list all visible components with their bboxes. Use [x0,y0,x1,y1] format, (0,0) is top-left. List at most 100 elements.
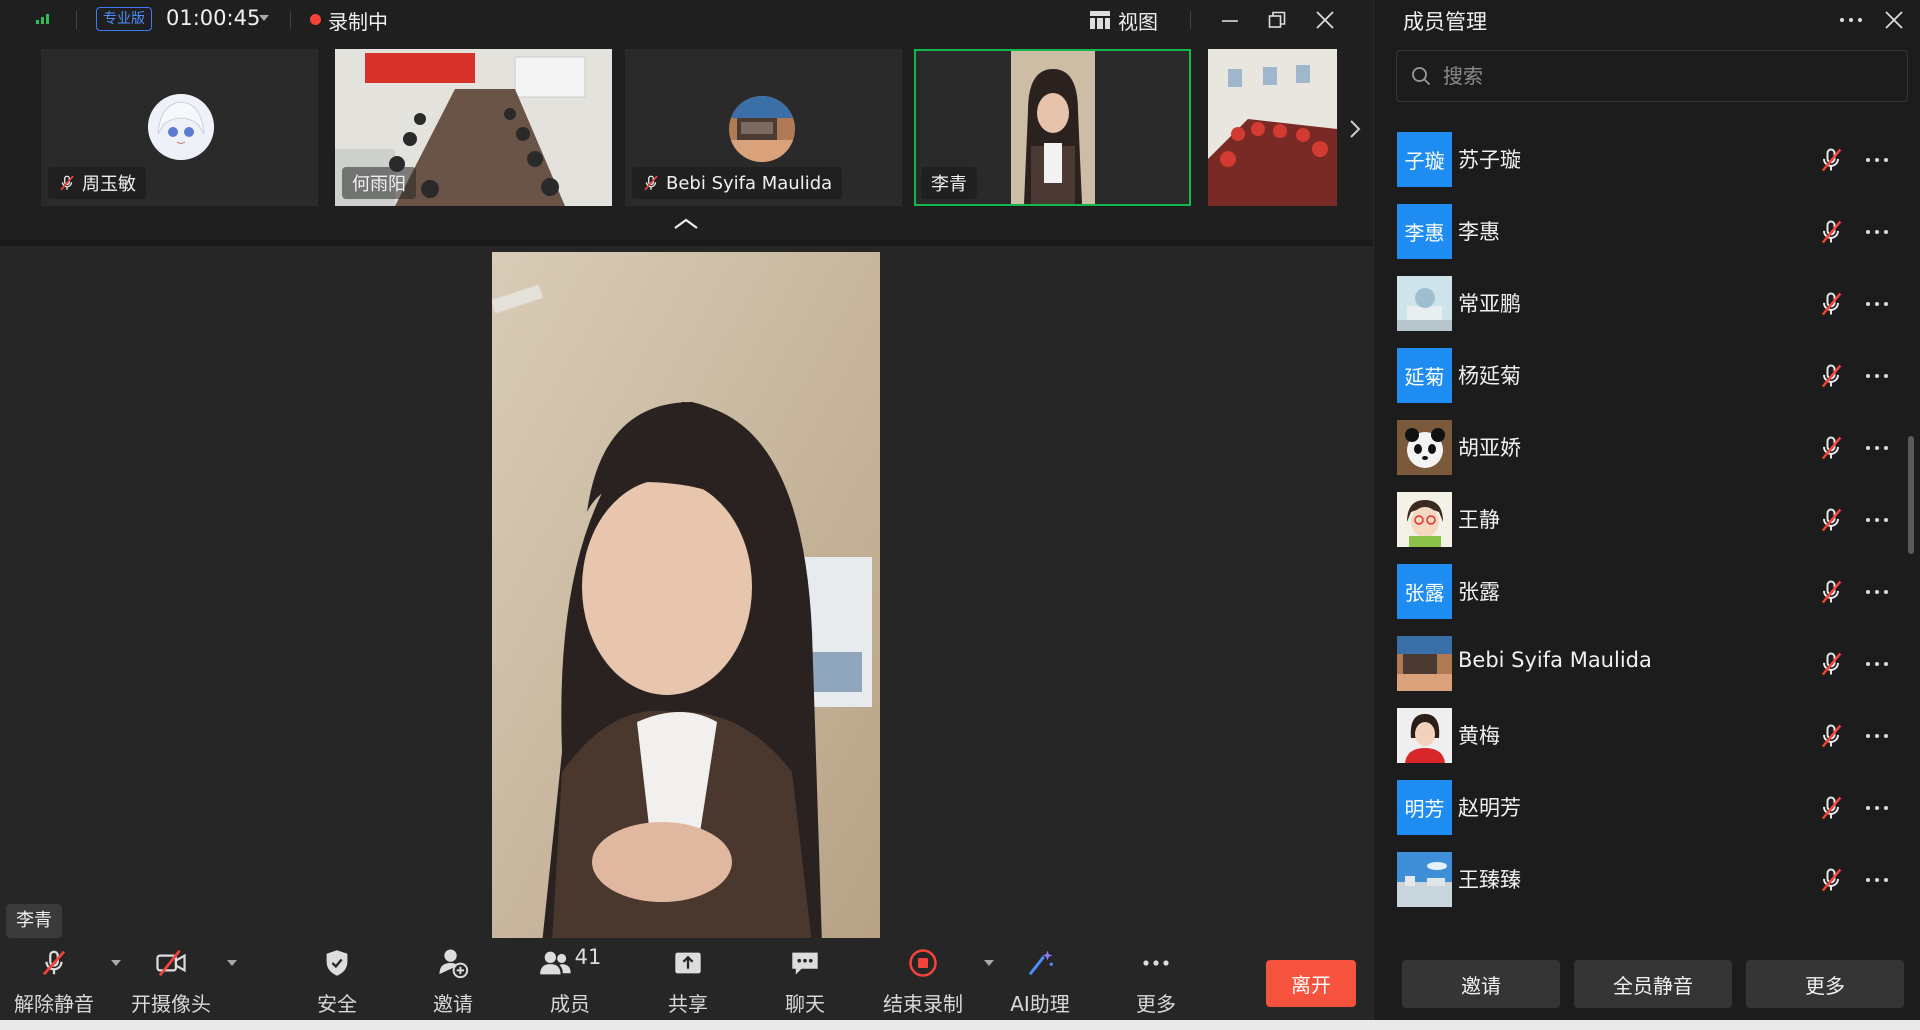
meeting-timer[interactable]: 01:00:45 [166,6,260,30]
member-row[interactable]: 明芳 赵明芳 [1374,780,1904,866]
video-thumbnail-strip: 周玉敏 何雨阳 Bebi Syifa Maulida 李青 [0,40,1373,240]
member-name: 王臻臻 [1458,868,1521,892]
unmute-label: 解除静音 [14,992,94,1016]
recording-status[interactable]: 录制中 [328,6,388,35]
member-more-button[interactable] [1864,650,1890,678]
stop-record-icon [909,949,937,977]
signal-strength-icon[interactable] [36,14,49,24]
camera-button[interactable]: 开摄像头 [131,938,237,1020]
chevron-down-icon[interactable] [227,960,237,966]
speaker-video-feed [492,252,880,944]
share-button[interactable]: 共享 [648,938,728,1020]
invite-button[interactable]: 邀请 [413,938,493,1020]
leave-button[interactable]: 离开 [1266,960,1356,1007]
chat-button[interactable]: 聊天 [765,938,845,1020]
avatar: 子璇 [1397,132,1452,187]
member-mute-toggle[interactable] [1817,506,1845,534]
member-row[interactable]: 张露 张露 [1374,564,1904,650]
member-row[interactable]: 李惠 李惠 [1374,204,1904,290]
icon-wrap [790,938,820,988]
member-mute-toggle[interactable] [1817,650,1845,678]
member-mute-toggle[interactable] [1817,146,1845,174]
restore-button[interactable] [1261,4,1293,36]
video-tile[interactable]: 周玉敏 [41,49,318,206]
video-tile[interactable] [1208,49,1337,206]
member-mute-toggle[interactable] [1817,434,1845,462]
speaker-video[interactable] [492,252,880,944]
member-row[interactable]: 王静 [1374,492,1904,578]
desk-avatar-image [729,96,795,162]
panel-more-button[interactable] [1838,6,1868,34]
member-list-scrollbar[interactable] [1907,124,1915,932]
avatar [1397,276,1452,331]
add-person-icon [439,949,469,979]
mute-all-button[interactable]: 全员静音 [1574,960,1732,1008]
collapse-strip-button[interactable] [672,216,700,232]
speaker-name-label: 李青 [6,904,62,938]
member-mute-toggle[interactable] [1817,578,1845,606]
member-more-button[interactable] [1864,506,1890,534]
close-window-button[interactable] [1309,4,1341,36]
minimize-icon [1222,20,1238,22]
member-mute-toggle[interactable] [1817,290,1845,318]
next-page-button[interactable] [1337,104,1373,154]
avatar [1397,492,1452,547]
member-row[interactable]: 子璇 苏子璇 [1374,132,1904,218]
ai-assistant-button[interactable]: AI助理 [1000,938,1080,1020]
avatar [729,96,795,162]
member-row[interactable]: 王臻臻 [1374,852,1904,932]
member-more-button[interactable] [1864,722,1890,750]
search-input[interactable] [1443,64,1883,88]
member-mute-toggle[interactable] [1817,794,1845,822]
panel-invite-button[interactable]: 邀请 [1402,960,1560,1008]
member-more-button[interactable] [1864,362,1890,390]
panel-more-actions-button[interactable]: 更多 [1746,960,1904,1008]
member-more-button[interactable] [1864,866,1890,894]
more-dots-icon [1866,662,1888,666]
icon-wrap [908,938,994,988]
edition-badge: 专业版 [96,7,152,31]
member-more-button[interactable] [1864,146,1890,174]
member-row[interactable]: 延菊 杨延菊 [1374,348,1904,434]
video-tile-active[interactable]: 李青 [914,49,1191,206]
invite-label: 邀请 [433,992,473,1016]
member-mute-toggle[interactable] [1817,362,1845,390]
member-row[interactable]: 黄梅 [1374,708,1904,794]
member-mute-toggle[interactable] [1817,218,1845,246]
chevron-down-icon[interactable] [259,15,269,21]
member-row[interactable]: 常亚鹏 [1374,276,1904,362]
member-more-button[interactable] [1864,578,1890,606]
minimize-button[interactable] [1214,4,1246,36]
security-button[interactable]: 安全 [297,938,377,1020]
member-more-button[interactable] [1864,290,1890,318]
more-button[interactable]: 更多 [1116,938,1196,1020]
scrollbar-thumb[interactable] [1908,436,1914,554]
member-name: 李惠 [1458,220,1500,244]
panel-close-button[interactable] [1878,4,1910,36]
video-tile[interactable]: Bebi Syifa Maulida [625,49,902,206]
member-mute-toggle[interactable] [1817,866,1845,894]
icon-wrap [155,938,237,988]
member-search-box[interactable] [1396,50,1908,102]
member-row[interactable]: 胡亚娇 [1374,420,1904,506]
view-button[interactable]: 视图 [1090,6,1158,34]
member-name: 赵明芳 [1458,796,1521,820]
icon-wrap [1142,938,1170,988]
member-more-button[interactable] [1864,794,1890,822]
members-button[interactable]: 41 成员 [530,938,610,1020]
chevron-down-icon[interactable] [111,960,121,966]
member-mute-toggle[interactable] [1817,722,1845,750]
icon-wrap [1025,938,1055,988]
divider [290,11,291,29]
member-name: 胡亚娇 [1458,436,1521,460]
chevron-down-icon[interactable] [984,960,994,966]
top-bar: 专业版 01:00:45 录制中 视图 [0,0,1373,40]
video-tile[interactable]: 何雨阳 [335,49,612,206]
unmute-button[interactable]: 解除静音 [14,938,121,1020]
more-dots-icon [1866,302,1888,306]
member-row[interactable]: Bebi Syifa Maulida [1374,636,1904,722]
member-name: 杨延菊 [1458,364,1521,388]
stop-recording-button[interactable]: 结束录制 [873,938,994,1020]
member-more-button[interactable] [1864,218,1890,246]
member-more-button[interactable] [1864,434,1890,462]
